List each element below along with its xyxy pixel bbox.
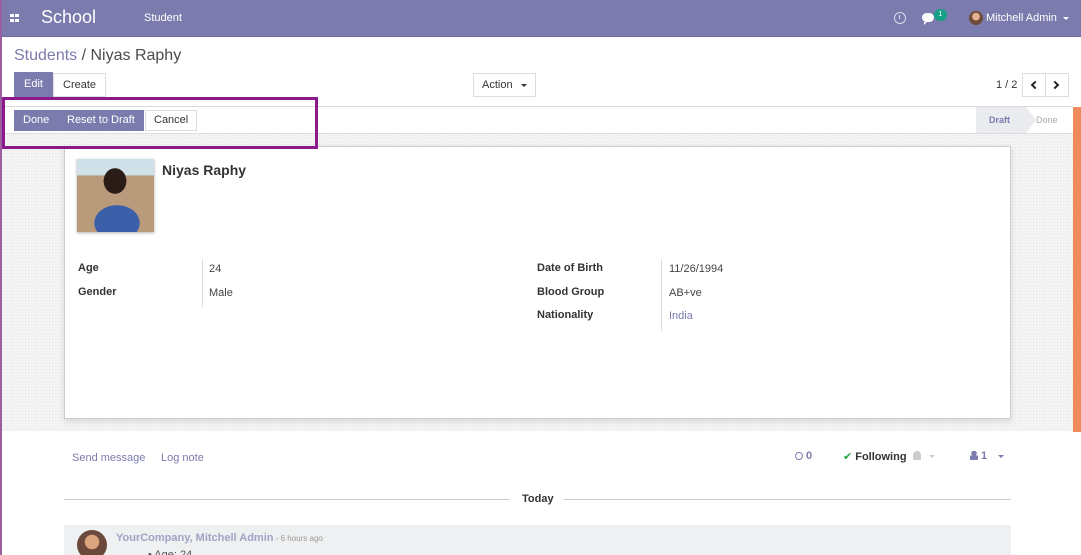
- field-label-age: Age: [78, 262, 99, 274]
- create-button[interactable]: Create: [53, 73, 107, 97]
- field-value-nationality[interactable]: India: [669, 310, 693, 322]
- field-value-age: 24: [209, 263, 222, 275]
- send-message-link[interactable]: Send message: [72, 452, 145, 464]
- apps-menu-icon[interactable]: [10, 14, 20, 23]
- stage-draft[interactable]: Draft: [976, 107, 1036, 133]
- field-value-date-of-birth: 11/26/1994: [669, 263, 724, 275]
- chevron-right-icon: [1050, 80, 1060, 90]
- messaging-badge: 1: [934, 9, 947, 21]
- right-column-separator: [661, 259, 662, 331]
- date-separator-line-left: [64, 499, 510, 500]
- breadcrumb-students[interactable]: Students: [14, 47, 77, 64]
- message-body: • Age: 24: [148, 549, 193, 555]
- edit-button[interactable]: Edit: [14, 72, 53, 97]
- message-author: YourCompany, Mitchell Admin - 6 hours ag…: [116, 532, 323, 544]
- followers-button[interactable]: 1: [970, 450, 987, 462]
- field-label-nationality: Nationality: [537, 309, 594, 321]
- attachments-count: 0: [806, 450, 813, 462]
- student-name: Niyas Raphy: [162, 162, 247, 178]
- following-label: Following: [855, 451, 907, 463]
- cancel-button[interactable]: Cancel: [145, 110, 198, 131]
- action-caret-icon: [520, 83, 527, 87]
- followers-caret-icon[interactable]: [998, 455, 1004, 458]
- action-label: Action: [482, 79, 513, 91]
- reset-to-draft-button[interactable]: Reset to Draft: [58, 110, 144, 131]
- user-menu-caret-icon[interactable]: [1063, 17, 1069, 20]
- action-dropdown[interactable]: Action: [473, 73, 536, 97]
- bell-icon[interactable]: [913, 451, 921, 460]
- done-button[interactable]: Done: [14, 110, 59, 131]
- form-sheet: Niyas Raphy Age 24 Gender Male Date of B…: [64, 146, 1011, 419]
- field-value-gender: Male: [209, 287, 233, 299]
- field-value-blood-group: AB+ve: [669, 287, 702, 299]
- following-button[interactable]: ✔ Following: [843, 450, 907, 463]
- scrollbar[interactable]: [1073, 107, 1081, 432]
- chevron-left-icon: [1030, 80, 1040, 90]
- window-left-edge: [0, 0, 2, 555]
- field-label-gender: Gender: [78, 286, 117, 298]
- breadcrumb-current: Niyas Raphy: [90, 47, 182, 64]
- pager-next-button[interactable]: [1045, 73, 1069, 97]
- left-column-separator: [202, 259, 203, 307]
- stage-done[interactable]: Done: [1036, 107, 1073, 133]
- field-label-date-of-birth: Date of Birth: [537, 262, 603, 274]
- student-photo[interactable]: [77, 159, 154, 232]
- check-icon: ✔: [843, 451, 853, 463]
- message-time: - 6 hours ago: [273, 534, 323, 543]
- app-brand[interactable]: School: [41, 7, 96, 28]
- chatter-message: YourCompany, Mitchell Admin - 6 hours ag…: [64, 525, 1011, 555]
- followers-count: 1: [981, 450, 988, 462]
- follow-options-caret-icon[interactable]: [929, 455, 935, 458]
- user-avatar[interactable]: [969, 11, 983, 25]
- pager-value: 1 / 2: [996, 79, 1018, 91]
- date-separator-line-right: [564, 499, 1011, 500]
- person-icon: [970, 451, 978, 460]
- date-separator-label: Today: [522, 493, 554, 505]
- menu-item-student[interactable]: Student: [144, 12, 182, 24]
- paperclip-icon: [793, 450, 805, 462]
- message-author-name[interactable]: YourCompany, Mitchell Admin: [116, 532, 273, 544]
- pager-previous-button[interactable]: [1022, 73, 1046, 97]
- message-author-avatar[interactable]: [77, 530, 107, 555]
- field-label-blood-group: Blood Group: [537, 286, 605, 298]
- messaging-icon[interactable]: [922, 13, 934, 25]
- attachments-button[interactable]: 0: [793, 450, 813, 462]
- activity-clock-icon[interactable]: [894, 12, 906, 24]
- breadcrumb-separator: /: [77, 47, 91, 64]
- user-menu[interactable]: Mitchell Admin: [986, 12, 1057, 24]
- breadcrumb: Students / Niyas Raphy: [14, 47, 181, 65]
- log-note-link[interactable]: Log note: [161, 452, 204, 464]
- top-navbar: School Student 1 Mitchell Admin: [0, 0, 1081, 37]
